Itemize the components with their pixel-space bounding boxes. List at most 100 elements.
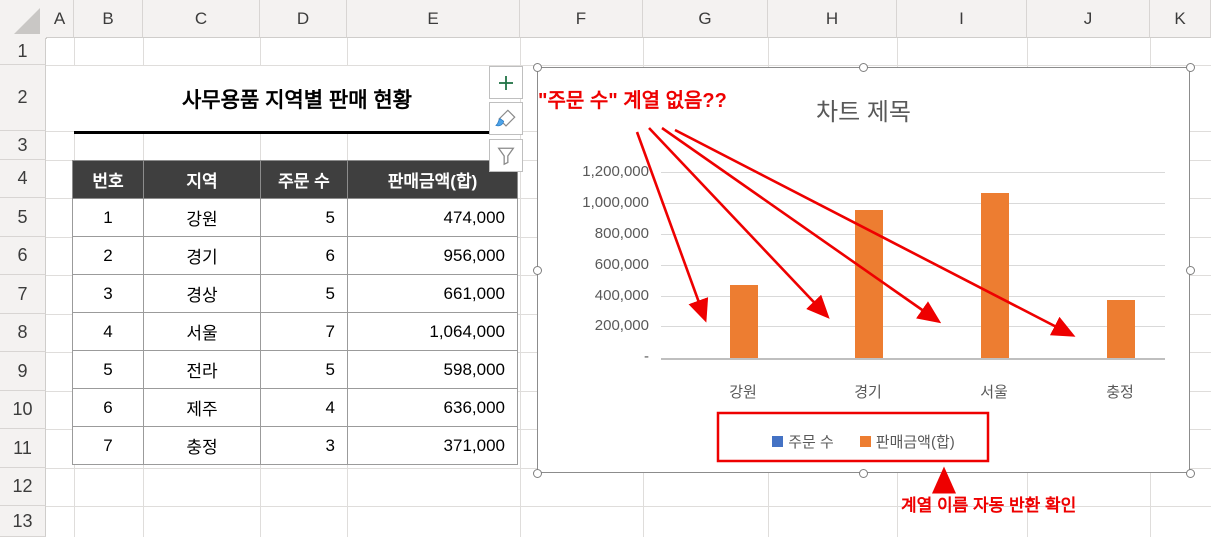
row-header-9[interactable]: 9 (0, 352, 46, 391)
x-category-label: 강원 (729, 384, 757, 401)
bar-강원[interactable] (730, 284, 758, 358)
table-cell[interactable]: 서울 (143, 312, 261, 351)
table-header-cell[interactable]: 주문 수 (260, 160, 348, 199)
row-header-1[interactable]: 1 (0, 38, 46, 65)
table-cell[interactable]: 371,000 (347, 426, 518, 465)
table-cell[interactable]: 636,000 (347, 388, 518, 427)
chart-gridline (661, 203, 1165, 204)
table-cell[interactable]: 5 (260, 274, 348, 313)
row-header-5[interactable]: 5 (0, 198, 46, 237)
row-header-11[interactable]: 11 (0, 429, 46, 468)
column-header-E[interactable]: E (347, 0, 520, 38)
x-category-label: 서울 (980, 384, 1008, 401)
legend-label: 판매금액(합) (875, 434, 955, 451)
table-cell[interactable]: 제주 (143, 388, 261, 427)
column-header-I[interactable]: I (897, 0, 1027, 38)
table-cell[interactable]: 598,000 (347, 350, 518, 389)
table-cell[interactable]: 경기 (143, 236, 261, 275)
table-cell[interactable]: 5 (260, 350, 348, 389)
table-header-cell[interactable]: 번호 (72, 160, 144, 199)
table-cell[interactable]: 2 (72, 236, 144, 275)
column-header-H[interactable]: H (768, 0, 897, 38)
table-cell[interactable]: 7 (260, 312, 348, 351)
row-header-4[interactable]: 4 (0, 160, 46, 198)
table-row: 1 강원 5 474,000 (72, 198, 518, 237)
table-header-cell[interactable]: 지역 (143, 160, 261, 199)
sheet-title-cell[interactable]: 사무용품 지역별 판매 현황 (74, 66, 520, 134)
row-header-10[interactable]: 10 (0, 391, 46, 429)
funnel-icon (497, 147, 515, 165)
select-all-corner[interactable] (0, 0, 47, 39)
chart-filters-button[interactable] (489, 139, 523, 172)
table-row: 4 서울 7 1,064,000 (72, 312, 518, 351)
table-cell[interactable]: 전라 (143, 350, 261, 389)
column-header-J[interactable]: J (1027, 0, 1150, 38)
table-cell[interactable]: 경상 (143, 274, 261, 313)
row-header-12[interactable]: 12 (0, 468, 46, 506)
row-header-3[interactable]: 3 (0, 131, 46, 160)
selection-handle[interactable] (858, 468, 868, 478)
selection-handle[interactable] (1185, 62, 1195, 72)
table-cell[interactable]: 661,000 (347, 274, 518, 313)
table-cell[interactable]: 6 (260, 236, 348, 275)
table-cell[interactable]: 충정 (143, 426, 261, 465)
row-header-6[interactable]: 6 (0, 237, 46, 275)
column-header-C[interactable]: C (143, 0, 260, 38)
table-cell[interactable]: 1,064,000 (347, 312, 518, 351)
selection-handle[interactable] (532, 265, 542, 275)
table-row: 5 전라 5 598,000 (72, 350, 518, 389)
table-cell[interactable]: 강원 (143, 198, 261, 237)
table-cell[interactable]: 4 (72, 312, 144, 351)
x-category-label: 경기 (854, 384, 882, 401)
table-cell[interactable]: 3 (72, 274, 144, 313)
table-row: 3 경상 5 661,000 (72, 274, 518, 313)
plus-icon (499, 75, 513, 90)
chart-elements-button[interactable] (489, 66, 523, 99)
column-header-K[interactable]: K (1150, 0, 1211, 38)
bar-충정[interactable] (1107, 300, 1135, 358)
selection-handle[interactable] (858, 62, 868, 72)
sheet-title: 사무용품 지역별 판매 현황 (181, 88, 413, 112)
table-cell[interactable]: 5 (260, 198, 348, 237)
chart-gridline (661, 234, 1165, 235)
table-cell[interactable]: 7 (72, 426, 144, 465)
column-header-F[interactable]: F (520, 0, 643, 38)
column-header-B[interactable]: B (74, 0, 143, 38)
selection-handle[interactable] (1185, 468, 1195, 478)
table-cell[interactable]: 956,000 (347, 236, 518, 275)
legend-item[interactable]: 판매금액(합) (859, 431, 955, 452)
y-tick-label: 1,000,000 (582, 194, 649, 211)
missing-series-note: "주문 수" 계열 없음?? (538, 90, 727, 112)
selection-handle[interactable] (532, 468, 542, 478)
selection-handle[interactable] (1185, 265, 1195, 275)
row-header-2[interactable]: 2 (0, 65, 46, 131)
table-row: 6 제주 4 636,000 (72, 388, 518, 427)
column-header-D[interactable]: D (260, 0, 347, 38)
chart-legend[interactable]: 주문 수 판매금액(합) (538, 431, 1189, 452)
legend-item[interactable]: 주문 수 (772, 431, 834, 452)
bar-경기[interactable] (855, 209, 883, 358)
column-header-A[interactable]: A (46, 0, 74, 38)
table-cell[interactable]: 4 (260, 388, 348, 427)
table-cell[interactable]: 5 (72, 350, 144, 389)
chart-gridline (661, 264, 1165, 266)
table-row: 7 충정 3 371,000 (72, 426, 518, 465)
table-row: 2 경기 6 956,000 (72, 236, 518, 275)
table-cell[interactable]: 1 (72, 198, 144, 237)
bar-서울[interactable] (981, 193, 1009, 358)
chart-area[interactable]: 차트 제목 1,200,000 1,000,000 800,000 600,000 40… (537, 67, 1190, 473)
table-cell[interactable]: 474,000 (347, 198, 518, 237)
row-header-7[interactable]: 7 (0, 275, 46, 314)
legend-swatch (859, 436, 871, 447)
row-header-8[interactable]: 8 (0, 314, 46, 352)
brush-icon (495, 108, 516, 127)
selection-handle[interactable] (532, 62, 542, 72)
table-cell[interactable]: 6 (72, 388, 144, 427)
table-cell[interactable]: 3 (260, 426, 348, 465)
y-tick-label: 400,000 (594, 286, 649, 304)
row-header-13[interactable]: 13 (0, 506, 46, 537)
sales-table[interactable]: 번호 지역 주문 수 판매금액(합) 1 강원 5 474,000 2 경기 6 956,000 3 경상… (72, 160, 518, 465)
column-header-G[interactable]: G (643, 0, 768, 38)
chart-styles-button[interactable] (489, 102, 523, 135)
select-all-triangle-icon (14, 8, 40, 34)
